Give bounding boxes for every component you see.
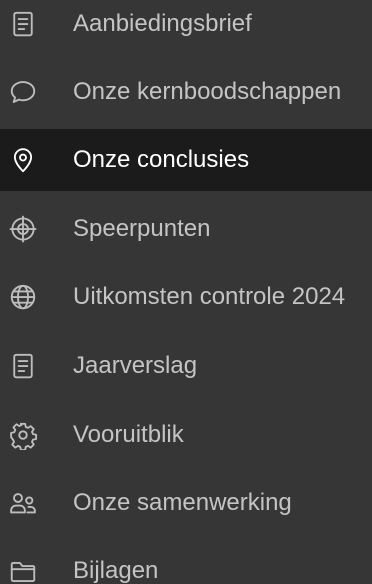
sidebar-item-label: Speerpunten: [73, 215, 211, 242]
document-icon: [6, 7, 40, 41]
globe-icon: [6, 280, 40, 314]
sidebar-item-uitkomsten[interactable]: Uitkomsten controle 2024: [0, 266, 372, 328]
sidebar-item-jaarverslag[interactable]: Jaarverslag: [0, 335, 372, 397]
sidebar-item-conclusies[interactable]: Onze conclusies: [0, 129, 372, 191]
folder-icon: [6, 554, 40, 584]
sidebar-item-label: Aanbiedingsbrief: [73, 10, 252, 37]
sidebar-item-label: Onze kernboodschappen: [73, 78, 342, 105]
sidebar-item-kernboodschappen[interactable]: Onze kernboodschappen: [0, 61, 372, 123]
sidebar-item-samenwerking[interactable]: Onze samenwerking: [0, 472, 372, 534]
people-icon: [6, 486, 40, 520]
location-pin-icon: [6, 143, 40, 177]
sidebar-item-label: Onze conclusies: [73, 146, 250, 173]
sidebar-item-vooruitblik[interactable]: Vooruitblik: [0, 404, 372, 466]
document-icon: [6, 349, 40, 383]
sidebar-item-aanbiedingsbrief[interactable]: Aanbiedingsbrief: [0, 0, 372, 55]
sidebar-nav: Aanbiedingsbrief Onze kernboodschappen O…: [0, 0, 372, 584]
gear-icon: [6, 418, 40, 452]
sidebar-item-label: Uitkomsten controle 2024: [73, 283, 346, 310]
speech-bubble-icon: [6, 75, 40, 109]
sidebar-item-speerpunten[interactable]: Speerpunten: [0, 198, 372, 260]
sidebar-item-label: Onze samenwerking: [73, 489, 292, 516]
target-icon: [6, 212, 40, 246]
sidebar-item-label: Vooruitblik: [73, 421, 184, 448]
sidebar-item-bijlagen[interactable]: Bijlagen: [0, 540, 372, 584]
sidebar-item-label: Bijlagen: [73, 557, 159, 584]
sidebar-item-label: Jaarverslag: [73, 352, 198, 379]
